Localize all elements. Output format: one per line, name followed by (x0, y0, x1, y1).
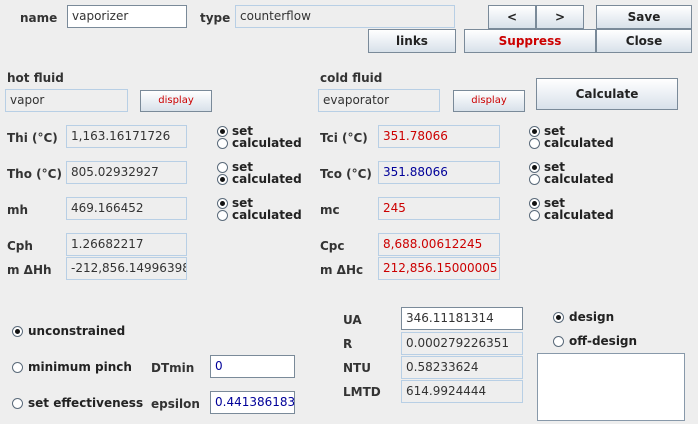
name-label: name (20, 11, 58, 25)
off-design-radio[interactable] (553, 336, 564, 347)
thi-label: Thi (°C) (7, 131, 58, 145)
mh-label: mh (7, 203, 29, 217)
mdhc-label: m ΔHc (320, 263, 364, 277)
mc-set-radio[interactable] (529, 198, 540, 209)
off-design-label: off-design (569, 334, 638, 348)
close-button[interactable]: Close (596, 29, 692, 53)
tci-set-radio[interactable] (529, 126, 540, 137)
set-effectiveness-radio[interactable] (12, 398, 23, 409)
ntu-label: NTU (343, 361, 371, 375)
mdhh-field: -212,856.14996398 (66, 257, 187, 280)
type-field: counterflow (235, 5, 455, 28)
tho-field[interactable]: 805.02932927 (66, 161, 187, 184)
name-input[interactable]: vaporizer (67, 5, 187, 28)
set-effectiveness-label: set effectiveness (28, 396, 144, 410)
mdhc-field: 212,856.15000005 (378, 257, 500, 280)
tco-calculated-radio[interactable] (529, 174, 540, 185)
save-button[interactable]: Save (596, 5, 692, 29)
type-label: type (200, 11, 231, 25)
mc-label: mc (320, 203, 340, 217)
lmtd-label: LMTD (343, 385, 381, 399)
tci-label: Tci (°C) (320, 131, 368, 145)
hot-fluid-name: vapor (5, 89, 128, 112)
design-label: design (569, 310, 615, 324)
epsilon-label: epsilon (151, 397, 200, 411)
minimum-pinch-radio[interactable] (12, 362, 23, 373)
epsilon-input[interactable]: 0.441386183 (210, 391, 295, 414)
tho-calculated-radio[interactable] (217, 174, 228, 185)
ua-input[interactable]: 346.11181314 (401, 307, 523, 330)
mdhh-label: m ΔHh (7, 263, 52, 277)
next-button[interactable]: > (536, 5, 584, 29)
cpc-label: Cpc (320, 239, 345, 253)
r-label: R (343, 337, 353, 351)
hot-fluid-title: hot fluid (7, 71, 64, 85)
design-radio[interactable] (553, 312, 564, 323)
ua-label: UA (343, 313, 362, 327)
minimum-pinch-label: minimum pinch (28, 360, 132, 374)
mc-calculated-radio[interactable] (529, 210, 540, 221)
tci-calculated-label: calculated (544, 136, 614, 150)
thi-set-radio[interactable] (217, 126, 228, 137)
cold-fluid-name: evaporator (318, 89, 440, 112)
unconstrained-radio[interactable] (12, 326, 23, 337)
ntu-field: 0.58233624 (401, 356, 523, 379)
cph-field: 1.26682217 (66, 233, 187, 256)
lmtd-field: 614.9924444 (401, 380, 523, 403)
mh-calculated-radio[interactable] (217, 210, 228, 221)
cpc-field: 8,688.00612245 (378, 233, 500, 256)
tco-set-radio[interactable] (529, 162, 540, 173)
tho-label: Tho (°C) (7, 167, 62, 181)
mh-field[interactable]: 469.166452 (66, 197, 187, 220)
tci-calculated-radio[interactable] (529, 138, 540, 149)
tco-field[interactable]: 351.88066 (378, 161, 500, 184)
calculate-button[interactable]: Calculate (536, 78, 678, 110)
tco-calculated-label: calculated (544, 172, 614, 186)
tho-set-radio[interactable] (217, 162, 228, 173)
tho-calculated-label: calculated (232, 172, 302, 186)
unconstrained-label: unconstrained (28, 324, 126, 338)
links-button[interactable]: links (368, 29, 456, 53)
cph-label: Cph (7, 239, 33, 253)
suppress-button[interactable]: Suppress (464, 29, 596, 53)
mh-set-radio[interactable] (217, 198, 228, 209)
notes-textarea[interactable] (537, 353, 685, 421)
mh-calculated-label: calculated (232, 208, 302, 222)
mc-calculated-label: calculated (544, 208, 614, 222)
dtmin-input[interactable]: 0 (210, 355, 295, 378)
thi-calculated-label: calculated (232, 136, 302, 150)
tco-label: Tco (°C) (320, 167, 372, 181)
thi-calculated-radio[interactable] (217, 138, 228, 149)
r-field: 0.000279226351 (401, 332, 523, 355)
hot-display-button[interactable]: display (140, 90, 212, 112)
previous-button[interactable]: < (488, 5, 536, 29)
cold-fluid-title: cold fluid (320, 71, 383, 85)
mc-field[interactable]: 245 (378, 197, 500, 220)
dtmin-label: DTmin (151, 361, 195, 375)
thi-field[interactable]: 1,163.16171726 (66, 125, 187, 148)
cold-display-button[interactable]: display (453, 90, 525, 112)
tci-field[interactable]: 351.78066 (378, 125, 500, 148)
